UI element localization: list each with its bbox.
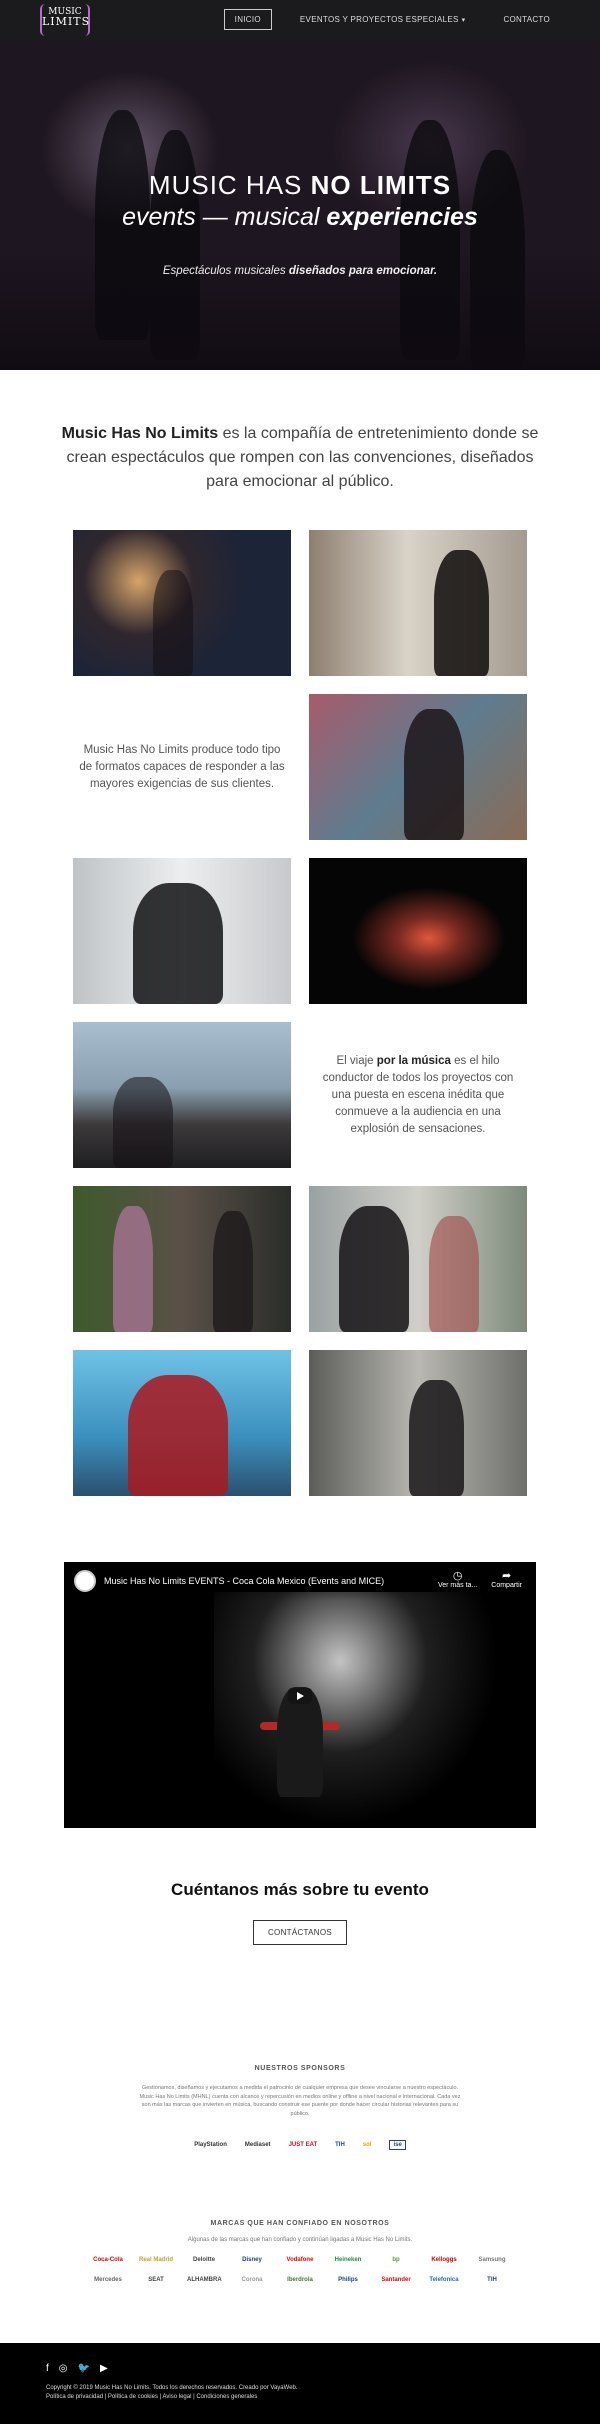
photo-tile [73,858,291,1004]
brand-logos-row: Mercedes SEAT ALHAMBRA Corona Iberdrola … [0,2277,600,2283]
channel-avatar[interactable] [74,1570,96,1592]
footer-legal-links[interactable]: Política de privacidad | Política de coo… [46,2393,298,2402]
facebook-icon[interactable]: f [46,2363,49,2374]
share-button[interactable]: ➦ Compartir [491,1571,522,1591]
site-logo[interactable]: MUSIC LIMITS [40,4,90,36]
sponsors-text: Gestionamos, diseñamos y ejecutamos a me… [139,2085,461,2117]
sponsor-logo: PlayStation [194,2142,227,2148]
video-player[interactable]: Music Has No Limits EVENTS - Coca Cola M… [64,1562,536,1828]
sponsor-logo: Mediaset [244,2142,271,2148]
brand-logo: Deloitte [192,2257,215,2263]
brand-logo: Telefonica [429,2277,459,2283]
brand-logo: SEAT [148,2277,164,2283]
nav-item-contacto[interactable]: CONTACTO [493,10,560,29]
footer-copyright: Copyright © 2019 Music Has No Limits. To… [46,2385,298,2402]
hero-banner: MUSIC HAS NO LIMITS events — musical exp… [0,0,600,370]
site-footer: f ◎ 🐦 ▶ Copyright © 2019 Music Has No Li… [0,2343,600,2424]
cta-section: Cuéntanos más sobre tu evento CONTÁCTANO… [0,1828,600,1945]
brand-logo: Heineken [334,2257,362,2263]
photo-tile [309,858,527,1004]
social-links: f ◎ 🐦 ▶ [46,2363,108,2374]
photo-tile [73,1186,291,1332]
brand-logo: Mercedes [94,2277,122,2283]
grid-text-formats: Music Has No Limits produce todo tipo de… [79,743,285,790]
watch-later-button[interactable]: ◷ Ver más ta... [438,1571,477,1591]
brands-heading: MARCAS QUE HAN CONFIADO EN NOSOTROS [210,2220,390,2227]
nav-item-eventos[interactable]: EVENTOS Y PROYECTOS ESPECIALES ▾ [290,10,476,29]
brand-logo: Iberdrola [287,2277,313,2283]
play-button[interactable] [288,1688,312,1704]
brand-logo: Santander [381,2277,411,2283]
brand-logo: bp [392,2257,400,2263]
youtube-icon[interactable]: ▶ [100,2363,108,2374]
share-icon: ➦ [502,1570,512,1582]
brand-logo: Vodafone [286,2257,314,2263]
brand-logo: Coca-Cola [93,2257,123,2263]
video-title[interactable]: Music Has No Limits EVENTS - Coca Cola M… [104,1576,438,1586]
cta-heading: Cuéntanos más sobre tu evento [171,1880,429,1899]
brand-logo: Philips [338,2277,358,2283]
brand-logo: Kelloggs [431,2257,457,2263]
sponsor-logo: TIH [335,2142,345,2148]
sponsor-logo: ise [389,2140,406,2150]
chevron-down-icon: ▾ [461,17,466,24]
video-header: Music Has No Limits EVENTS - Coca Cola M… [64,1562,536,1600]
brand-logo: Real Madrid [139,2257,174,2263]
photo-tile [309,694,527,840]
clock-icon: ◷ [452,1570,463,1582]
brand-logo: Disney [242,2257,262,2263]
brand-logo: ALHAMBRA [187,2277,222,2283]
instagram-icon[interactable]: ◎ [59,2363,68,2374]
photo-tile [73,1022,291,1168]
brand-logos-row: Coca-Cola Real Madrid Deloitte Disney Vo… [0,2257,600,2263]
sponsors-section: NUESTROS SPONSORS Gestionamos, diseñamos… [0,1945,600,2150]
photo-tile [73,530,291,676]
hero-title: MUSIC HAS NO LIMITS [148,170,452,200]
brands-subtitle: Algunas de las marcas que han confiado y… [187,2237,413,2243]
grid-text-journey: El viaje por la música es el hilo conduc… [322,1054,514,1135]
photo-tile [309,1186,527,1332]
top-navbar: MUSIC LIMITS INICIO EVENTOS Y PROYECTOS … [0,0,600,40]
photo-tile [309,530,527,676]
hero-tagline: Espectáculos musicales diseñados para em… [162,265,438,277]
photo-tile [73,1350,291,1496]
hero-subtitle: events — musical experiencies [122,203,478,231]
contact-button[interactable]: CONTÁCTANOS [252,1920,348,1945]
nav-menu: INICIO EVENTOS Y PROYECTOS ESPECIALES ▾ C… [223,9,560,30]
brand-logo: TIH [487,2277,497,2283]
sponsor-logo: sol [362,2142,372,2148]
brand-logo: Samsung [478,2257,506,2263]
brand-logo: Corona [241,2277,263,2283]
twitter-icon[interactable]: 🐦 [78,2363,90,2374]
sponsor-logos: PlayStation Mediaset JUST EAT TIH sol is… [0,2140,600,2150]
photo-grid: Music Has No Limits produce todo tipo de… [0,530,600,1496]
sponsor-logo: JUST EAT [288,2142,318,2148]
intro-paragraph: Music Has No Limits es la compañía de en… [61,425,539,490]
brands-section: MARCAS QUE HAN CONFIADO EN NOSOTROS Algu… [0,2150,600,2283]
photo-tile [309,1350,527,1496]
nav-item-inicio[interactable]: INICIO [223,9,272,30]
sponsors-heading: NUESTROS SPONSORS [254,2065,346,2072]
